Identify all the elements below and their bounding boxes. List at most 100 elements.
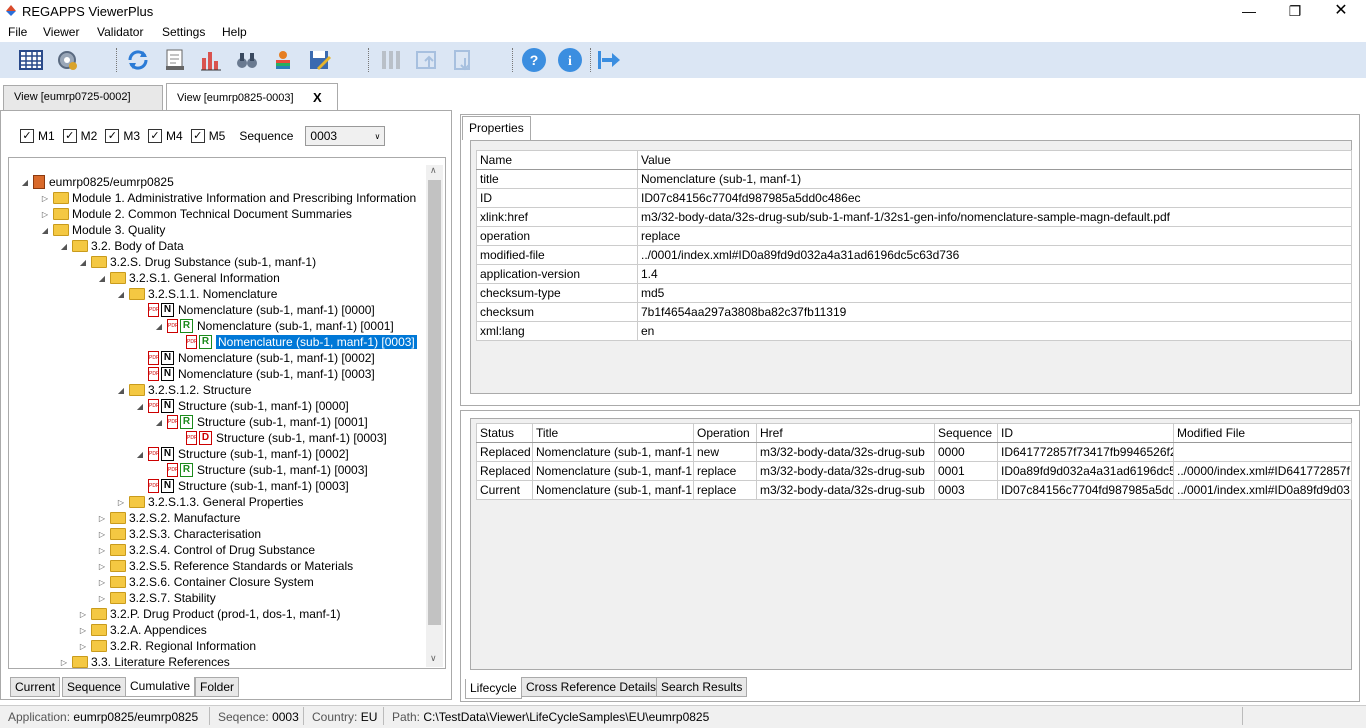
tab-folder[interactable]: Folder [195,677,240,697]
menu-help[interactable]: Help [222,25,247,39]
collapse-triangle-icon[interactable]: ◢ [116,386,126,395]
tab-view-eumrp0725-0002[interactable]: View [eumrp0725-0002] [3,85,163,110]
collapse-triangle-icon[interactable]: ◢ [59,242,69,251]
binoculars-icon[interactable] [233,46,261,74]
expand-triangle-icon[interactable]: ▷ [78,610,88,619]
tree-folder-node[interactable]: ◢ Module 3. Quality [40,222,165,238]
tree-document-node[interactable]: PDF R Nomenclature (sub-1, manf-1) [0003] [173,334,417,350]
menu-settings[interactable]: Settings [162,25,205,39]
expand-triangle-icon[interactable]: ▷ [116,498,126,507]
lifecycle-row[interactable]: Current Nomenclature (sub-1, manf-1 replac… [476,480,1352,500]
tree-folder-node[interactable]: ▷ 3.2.S.1.3. General Properties [116,494,304,510]
expand-triangle-icon[interactable]: ▷ [97,546,107,555]
tab-properties[interactable]: Properties [462,116,531,140]
tree-folder-node[interactable]: ▷ 3.2.S.6. Container Closure System [97,574,314,590]
column-header-operation[interactable]: Operation [693,423,757,443]
maximize-icon[interactable]: ❐ [1272,0,1318,22]
tree-folder-node[interactable]: ◢ 3.2.S.1.2. Structure [116,382,251,398]
property-row[interactable]: application-version 1.4 [476,264,1352,284]
import-icon[interactable] [413,46,441,74]
tab-sequence[interactable]: Sequence [62,677,127,697]
m5-checkbox[interactable]: ✓ [190,129,205,143]
tab-current[interactable]: Current [10,677,61,697]
property-row[interactable]: checksum-type md5 [476,283,1352,303]
user-icon[interactable] [269,46,297,74]
collapse-triangle-icon[interactable]: ◢ [116,290,126,299]
collapse-triangle-icon[interactable]: ◢ [135,450,145,459]
tab-lifecycle[interactable]: Lifecycle [465,679,522,699]
export-icon[interactable] [449,46,477,74]
property-row[interactable]: title Nomenclature (sub-1, manf-1) [476,169,1352,189]
property-row[interactable]: modified-file ../0001/index.xml#ID0a89fd9… [476,245,1352,265]
close-window-icon[interactable]: ✕ [1318,0,1364,22]
tree-folder-node[interactable]: ◢ 3.2.S. Drug Substance (sub-1, manf-1) [78,254,316,270]
property-row[interactable]: xlink:href m3/32-body-data/32s-drug-sub/s… [476,207,1352,227]
tree-scrollbar-thumb[interactable] [428,180,441,625]
m3-checkbox[interactable]: ✓ [105,129,120,143]
tree-folder-node[interactable]: ▷ 3.3. Literature References [59,654,230,670]
column-header-value[interactable]: Value [637,150,1352,170]
property-row[interactable]: xml:lang en [476,321,1352,341]
exit-icon[interactable] [595,46,623,74]
tree-document-node[interactable]: ◢ PDF R Structure (sub-1, manf-1) [0001] [154,414,368,430]
tree-folder-node[interactable]: ▷ 3.2.S.5. Reference Standards or Materia… [97,558,353,574]
column-header-href[interactable]: Href [756,423,935,443]
menu-file[interactable]: File [8,25,27,39]
tree-document-node[interactable]: PDF N Nomenclature (sub-1, manf-1) [0003] [135,366,375,382]
tree-folder-node[interactable]: ▷ 3.2.R. Regional Information [78,638,256,654]
column-header-title[interactable]: Title [532,423,694,443]
scroll-down-icon[interactable]: ∨ [430,653,437,664]
property-row[interactable]: ID ID07c84156c7704fd987985a5dd0c486ec [476,188,1352,208]
tree-document-node[interactable]: ◢ PDF R Nomenclature (sub-1, manf-1) [0001] [154,318,394,334]
property-row[interactable]: operation replace [476,226,1352,246]
tree-folder-node[interactable]: ◢ 3.2. Body of Data [59,238,184,254]
collapse-triangle-icon[interactable]: ◢ [97,274,107,283]
expand-triangle-icon[interactable]: ▷ [97,594,107,603]
tree-document-node[interactable]: PDF D Structure (sub-1, manf-1) [0003] [173,430,387,446]
info-icon[interactable]: i [556,46,584,74]
tree-folder-node[interactable]: ▷ 3.2.S.2. Manufacture [97,510,240,526]
tree-document-node[interactable]: ◢ PDF N Structure (sub-1, manf-1) [0002] [135,446,349,462]
expand-triangle-icon[interactable]: ▷ [40,210,50,219]
tree-folder-node[interactable]: ▷ Module 1. Administrative Information an… [40,190,416,206]
settings-gear-icon[interactable] [53,46,81,74]
collapse-triangle-icon[interactable]: ◢ [154,418,164,427]
report-icon[interactable] [161,46,189,74]
expand-triangle-icon[interactable]: ▷ [97,578,107,587]
refresh-icon[interactable] [124,46,152,74]
property-row[interactable]: checksum 7b1f4654aa297a3808ba82c37fb11319 [476,302,1352,322]
lifecycle-row[interactable]: Replaced Nomenclature (sub-1, manf-1 new m3… [476,442,1352,462]
menu-validator[interactable]: Validator [97,25,143,39]
expand-triangle-icon[interactable]: ▷ [78,626,88,635]
collapse-triangle-icon[interactable]: ◢ [78,258,88,267]
tree-folder-node[interactable]: ◢ 3.2.S.1.1. Nomenclature [116,286,277,302]
columns-icon[interactable] [377,46,405,74]
save-icon[interactable] [305,46,333,74]
sequence-select[interactable]: 0003 ∨ [305,126,386,146]
m1-checkbox[interactable]: ✓ [20,129,34,143]
tree-document-node[interactable]: PDF N Nomenclature (sub-1, manf-1) [0000] [135,302,375,318]
column-header-id[interactable]: ID [997,423,1174,443]
tab-close-button[interactable]: X [313,90,322,105]
scroll-up-icon[interactable]: ∧ [430,165,437,176]
column-header-sequence[interactable]: Sequence [934,423,998,443]
tree-document-node[interactable]: PDF N Nomenclature (sub-1, manf-1) [0002] [135,350,375,366]
tree-root-node[interactable]: ◢ eumrp0825/eumrp0825 [20,174,174,190]
column-header-status[interactable]: Status [476,423,533,443]
collapse-triangle-icon[interactable]: ◢ [40,226,50,235]
column-header-name[interactable]: Name [476,150,638,170]
tab-cumulative[interactable]: Cumulative [125,677,196,697]
collapse-triangle-icon[interactable]: ◢ [154,322,164,331]
tab-view-eumrp0825-0003[interactable]: View [eumrp0825-0003] X [166,83,338,111]
chart-icon[interactable] [197,46,225,74]
expand-triangle-icon[interactable]: ▷ [97,562,107,571]
expand-triangle-icon[interactable]: ▷ [40,194,50,203]
collapse-triangle-icon[interactable]: ◢ [20,178,30,187]
tree-folder-node[interactable]: ▷ 3.2.S.3. Characterisation [97,526,261,542]
m4-checkbox[interactable]: ✓ [148,129,163,143]
column-header-modified-file[interactable]: Modified File [1173,423,1352,443]
tree-folder-node[interactable]: ▷ Module 2. Common Technical Document Sum… [40,206,352,222]
tree-folder-node[interactable]: ▷ 3.2.S.7. Stability [97,590,216,606]
help-icon[interactable]: ? [520,46,548,74]
minimize-icon[interactable]: — [1226,0,1272,22]
